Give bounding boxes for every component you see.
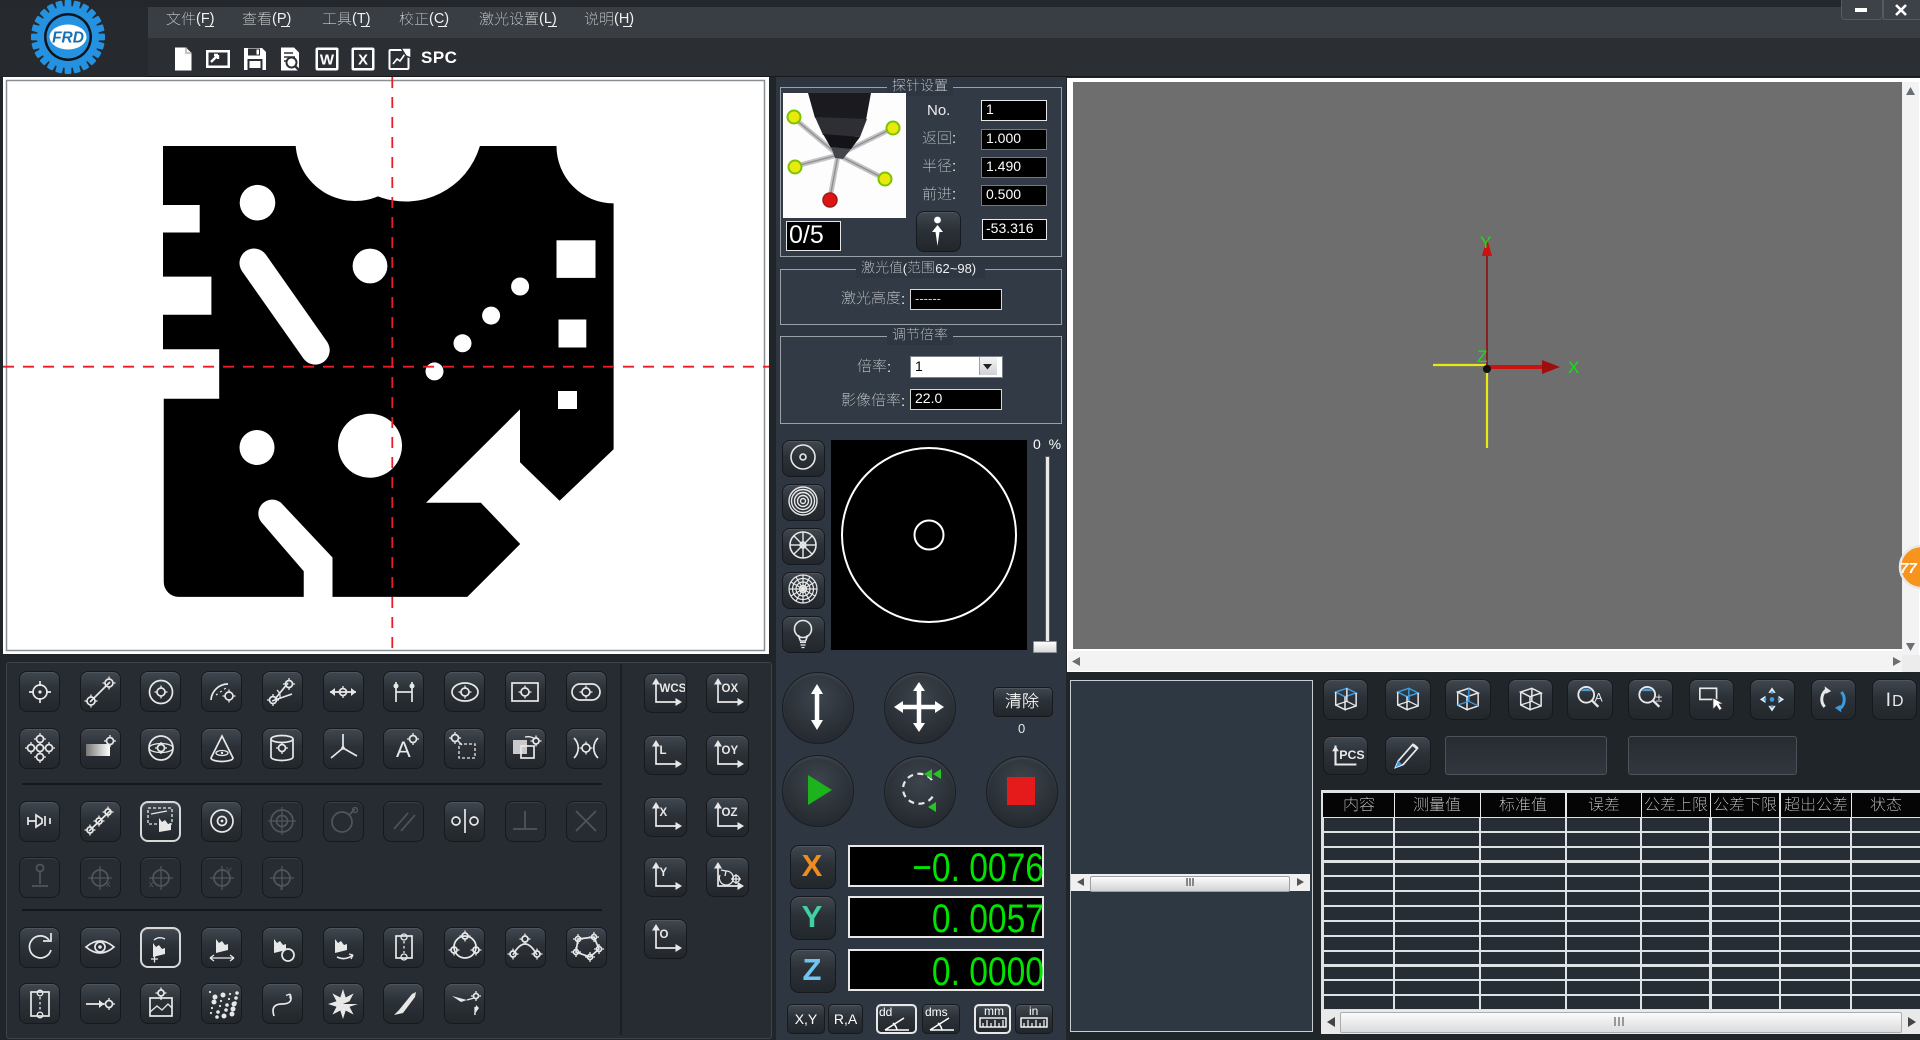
- svg-text:Y: Y: [278, 882, 284, 892]
- svg-text:D: D: [1892, 693, 1903, 710]
- svg-text:A: A: [1594, 691, 1603, 705]
- svg-text:X: X: [358, 52, 368, 69]
- svg-text:X: X: [1568, 358, 1579, 377]
- svg-text:x: x: [106, 879, 111, 889]
- svg-text:Y: Y: [226, 866, 232, 876]
- svg-text:Y: Y: [1480, 233, 1491, 252]
- svg-text:L: L: [660, 745, 667, 757]
- svg-text:X: X: [660, 807, 668, 819]
- svg-text:FRD: FRD: [52, 30, 84, 47]
- svg-text:OY: OY: [722, 745, 739, 757]
- svg-text:W: W: [320, 52, 335, 69]
- svg-text:OZ: OZ: [722, 807, 738, 819]
- svg-text:I: I: [1885, 689, 1890, 711]
- svg-text:x: x: [149, 879, 154, 889]
- svg-text:±: ±: [1655, 691, 1662, 705]
- svg-text:WCS: WCS: [660, 683, 686, 695]
- svg-text:77: 77: [1900, 560, 1917, 577]
- svg-text:Z: Z: [1477, 347, 1487, 366]
- svg-text:O: O: [660, 929, 669, 941]
- svg-text:OX: OX: [722, 683, 739, 695]
- svg-text:PCS: PCS: [1339, 747, 1364, 761]
- svg-text:Y: Y: [660, 867, 668, 879]
- svg-text:A: A: [396, 737, 411, 762]
